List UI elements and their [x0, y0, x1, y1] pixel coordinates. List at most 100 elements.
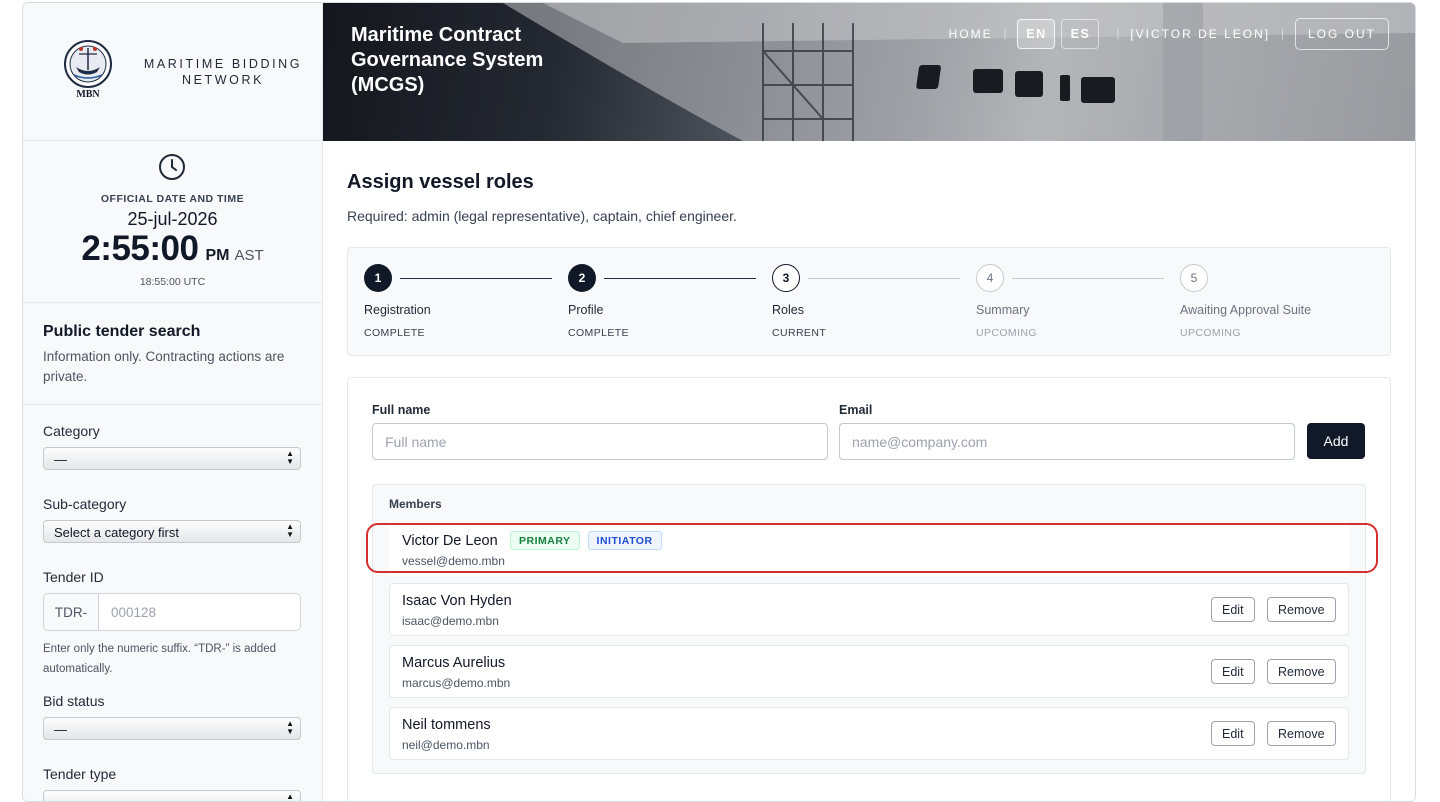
step-status: CURRENT — [772, 327, 827, 339]
member-email: neil@demo.mbn — [402, 738, 490, 752]
bid-status-select[interactable]: — ▲ ▼ — [43, 717, 301, 740]
subcategory-label: Sub-category — [43, 496, 127, 512]
official-time-label: OFFICIAL DATE AND TIME — [100, 193, 245, 205]
step-connector — [808, 277, 960, 279]
initiator-badge: INITIATOR — [587, 531, 662, 550]
member-name: Marcus Aurelius — [402, 655, 506, 671]
select-arrows-icon: ▲▼ — [286, 449, 294, 466]
nav-separator: | — [1281, 28, 1284, 40]
search-filters: Category — ▲ ▼ Sub-category Select a cate… — [23, 405, 322, 801]
nav-separator: | — [1116, 28, 1120, 40]
member-email: isaac@demo.mbn — [402, 614, 499, 628]
time-value: 2:55:00 — [81, 229, 199, 268]
step-name: Profile — [568, 303, 604, 317]
step-roles: 3 Roles CURRENT — [772, 264, 976, 339]
utc-time: 18:55:00 UTC — [139, 276, 206, 288]
progress-stepper: 1 Registration COMPLETE 2 Profile COMPLE… — [347, 247, 1391, 356]
step-status: UPCOMING — [976, 327, 1037, 339]
sidebar: OFFICIAL DATE AND TIME 25-jul-2026 2:55:… — [23, 141, 323, 801]
step-connector — [604, 277, 756, 279]
member-name: Victor De Leon — [402, 533, 498, 549]
category-label: Category — [43, 423, 100, 439]
bid-status-value: — — [54, 722, 67, 737]
lang-es-button[interactable]: ES — [1061, 19, 1100, 49]
step-number: 4 — [976, 264, 1004, 292]
full-name-input[interactable] — [372, 423, 828, 460]
official-clock: OFFICIAL DATE AND TIME 25-jul-2026 2:55:… — [23, 141, 322, 303]
step-name: Roles — [772, 303, 804, 317]
user-name: [VICTOR DE LEON] — [1130, 27, 1271, 41]
step-status: COMPLETE — [364, 327, 425, 339]
brand-name: MARITIME BIDDING NETWORK — [143, 57, 303, 87]
step-profile: 2 Profile COMPLETE — [568, 264, 772, 339]
clock-icon — [159, 154, 185, 180]
tender-id-field: TDR- — [43, 593, 301, 631]
search-subtitle: Information only. Contracting actions ar… — [43, 349, 285, 384]
roles-card: Full name Email Add Members Victor De Le… — [347, 377, 1391, 801]
tender-type-select[interactable]: — ▲▼ — [43, 790, 301, 801]
category-select[interactable]: — ▲ ▼ — [43, 447, 301, 470]
select-arrows-icon: ▲▼ — [286, 719, 294, 736]
email-label: Email — [839, 403, 873, 417]
member-name: Neil tommens — [402, 717, 491, 733]
system-title: Maritime Contract Governance System (MCG… — [351, 24, 544, 96]
bid-status-label: Bid status — [43, 693, 105, 709]
step-number: 3 — [772, 264, 800, 292]
select-arrows-icon: ▲▼ — [286, 522, 294, 539]
tender-id-input[interactable] — [99, 594, 300, 630]
app-window: MBN MARITIME BIDDING NETWORK Maritime Co… — [22, 2, 1416, 802]
step-awaiting-approval: 5 Awaiting Approval Suite UPCOMING — [1180, 264, 1384, 339]
tender-id-prefix: TDR- — [44, 594, 99, 630]
step-number: 1 — [364, 264, 392, 292]
edit-member-button[interactable]: Edit — [1211, 721, 1255, 746]
top-nav: HOME | EN ES | [VICTOR DE LEON] | LOG OU… — [949, 18, 1389, 50]
members-title: Members — [389, 497, 442, 511]
member-name: Isaac Von Hyden — [402, 593, 512, 609]
members-panel: Members Victor De Leon PRIMARY INITIATOR… — [372, 484, 1366, 774]
tender-type-label: Tender type — [43, 766, 117, 782]
email-input[interactable] — [839, 423, 1295, 460]
member-row: Isaac Von Hyden isaac@demo.mbn Edit Remo… — [389, 583, 1349, 636]
primary-badge: PRIMARY — [510, 531, 580, 550]
remove-member-button[interactable]: Remove — [1267, 597, 1336, 622]
logout-button[interactable]: LOG OUT — [1294, 18, 1389, 50]
tender-search-header: Public tender search Information only. C… — [23, 303, 322, 405]
nav-separator: | — [1003, 28, 1007, 40]
step-name: Summary — [976, 303, 1030, 317]
search-title: Public tender search — [43, 323, 201, 340]
time-ampm: PM — [205, 247, 230, 264]
subcategory-value: Select a category first — [54, 525, 179, 540]
nav-home-link[interactable]: HOME — [949, 27, 993, 41]
member-email: vessel@demo.mbn — [402, 554, 505, 568]
page-subtitle: Required: admin (legal representative), … — [347, 208, 737, 224]
tender-id-label: Tender ID — [43, 569, 104, 585]
step-number: 2 — [568, 264, 596, 292]
step-name: Awaiting Approval Suite — [1180, 303, 1312, 317]
official-time: 2:55:00 PM AST — [23, 229, 322, 269]
member-row: Neil tommens neil@demo.mbn Edit Remove — [389, 707, 1349, 760]
full-name-label: Full name — [372, 403, 431, 417]
step-connector — [400, 277, 552, 279]
add-member-button[interactable]: Add — [1307, 423, 1365, 459]
mbn-logo-icon[interactable]: MBN — [63, 39, 113, 101]
step-number: 5 — [1180, 264, 1208, 292]
page-title: Assign vessel roles — [347, 171, 534, 193]
brand-panel: MBN MARITIME BIDDING NETWORK — [23, 3, 323, 141]
edit-member-button[interactable]: Edit — [1211, 597, 1255, 622]
member-email: marcus@demo.mbn — [402, 676, 511, 690]
member-badges: PRIMARY INITIATOR — [510, 531, 670, 550]
step-status: COMPLETE — [568, 327, 629, 339]
step-status: UPCOMING — [1180, 327, 1241, 339]
remove-member-button[interactable]: Remove — [1267, 659, 1336, 684]
svg-text:MBN: MBN — [76, 89, 100, 100]
remove-member-button[interactable]: Remove — [1267, 721, 1336, 746]
tender-id-help: Enter only the numeric suffix. “TDR-” is… — [43, 643, 277, 675]
subcategory-select[interactable]: Select a category first ▲ ▼ — [43, 520, 301, 543]
step-connector — [1012, 277, 1164, 279]
lang-en-button[interactable]: EN — [1017, 19, 1056, 49]
edit-member-button[interactable]: Edit — [1211, 659, 1255, 684]
step-registration: 1 Registration COMPLETE — [364, 264, 568, 339]
header-banner: Maritime Contract Governance System (MCG… — [323, 3, 1415, 141]
official-date: 25-jul-2026 — [127, 209, 218, 229]
step-summary: 4 Summary UPCOMING — [976, 264, 1180, 339]
